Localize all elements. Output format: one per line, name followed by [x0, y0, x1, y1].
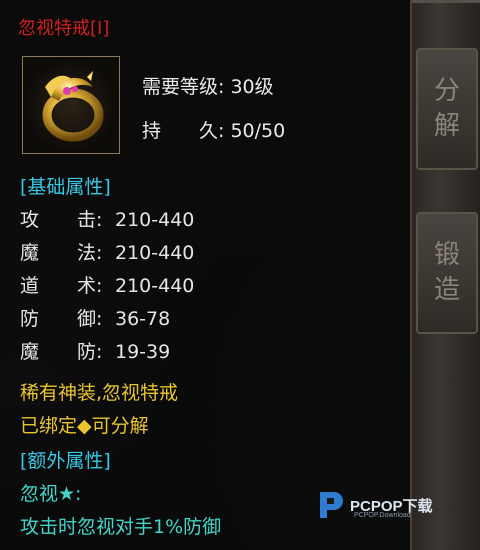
rarity-note: 稀有神装,忽视特戒	[20, 382, 179, 404]
attr-value: 210-440	[115, 242, 195, 264]
attr-label: 道 术:	[20, 275, 103, 297]
durability-label: 持 久:	[142, 120, 225, 142]
base-attributes-header: [基础属性]	[20, 176, 111, 198]
item-name: 忽视特戒[I]	[18, 18, 110, 39]
attr-row-magic-defense: 魔 防: 19-39	[20, 337, 170, 364]
required-level-value: 30级	[230, 76, 274, 98]
required-level: 需要等级: 30级	[142, 72, 274, 99]
extra-skill-name: 忽视★:	[20, 483, 82, 505]
attr-row-magic: 魔 法: 210-440	[20, 238, 194, 265]
attr-row-taoism: 道 术: 210-440	[20, 271, 194, 298]
pcpop-logo-icon	[316, 488, 346, 522]
attr-label: 防 御:	[20, 308, 103, 330]
durability: 持 久: 50/50	[142, 116, 285, 143]
attr-label: 魔 法:	[20, 242, 103, 264]
watermark: PCPOP下载 PCPOP.Download	[316, 488, 433, 522]
item-tooltip: 忽视特戒[I] 需要等级: 30级 持 久: 50/50 [基础属性] 攻 击:…	[0, 0, 412, 550]
side-panel: 分 解 锻 造	[412, 0, 480, 550]
forge-char-1: 锻	[433, 239, 460, 270]
attr-row-attack: 攻 击: 210-440	[20, 205, 194, 232]
attr-value: 36-78	[115, 308, 171, 330]
forge-char-2: 造	[433, 275, 460, 305]
attr-value: 210-440	[115, 275, 195, 297]
durability-value: 50/50	[230, 120, 286, 142]
attr-row-defense: 防 御: 36-78	[20, 304, 170, 331]
watermark-subtext: PCPOP.Download	[354, 512, 411, 519]
panel-divider	[412, 0, 480, 3]
decompose-button[interactable]: 分 解	[416, 48, 478, 170]
attr-label: 魔 防:	[20, 341, 103, 363]
extra-attributes-header: [额外属性]	[20, 450, 111, 472]
decompose-char-2: 解	[433, 111, 460, 141]
extra-skill-desc: 攻击时忽视对手1%防御	[20, 516, 222, 538]
attr-value: 19-39	[115, 341, 171, 363]
attr-label: 攻 击:	[20, 209, 103, 231]
item-icon-frame	[22, 56, 120, 154]
decompose-char-1: 分	[433, 75, 460, 106]
ring-icon	[42, 71, 104, 142]
required-level-label: 需要等级:	[142, 76, 225, 98]
binding-note: 已绑定◆可分解	[20, 415, 149, 437]
attr-value: 210-440	[115, 209, 195, 231]
forge-button[interactable]: 锻 造	[416, 212, 478, 334]
